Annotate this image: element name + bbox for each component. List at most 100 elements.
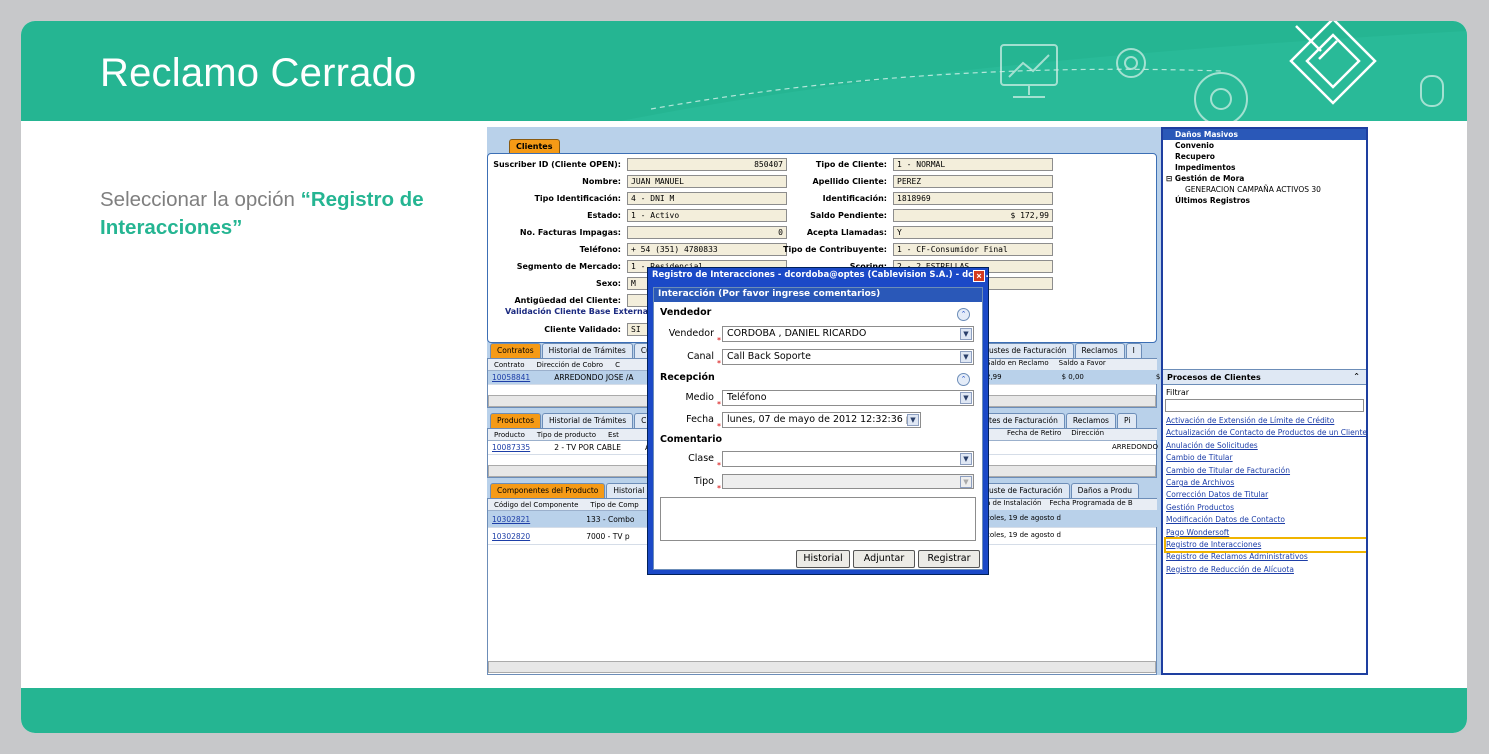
- col-fecha-instalacion[interactable]: a de Instalación: [986, 499, 1041, 507]
- collapse-recepcion-icon[interactable]: ⌃: [957, 373, 970, 386]
- registrar-button[interactable]: Registrar: [918, 550, 980, 568]
- proceso-link[interactable]: Cambio de Titular de Facturación: [1166, 465, 1366, 477]
- col-direccion-cobro[interactable]: Dirección de Cobro: [531, 361, 610, 369]
- chevron-up-icon[interactable]: ⌃: [1353, 372, 1360, 381]
- client-field-label: Antigüedad del Cliente:: [514, 296, 621, 305]
- tree-item-convenio[interactable]: Convenio: [1163, 140, 1366, 151]
- chevron-down-icon[interactable]: ▼: [960, 351, 972, 363]
- comentario-textarea[interactable]: [660, 497, 976, 541]
- client-field-value[interactable]: 1 - CF-Consumidor Final: [893, 243, 1053, 256]
- tab-item[interactable]: I: [1125, 343, 1142, 358]
- tree-item-ultimos[interactable]: Últimos Registros: [1163, 195, 1366, 206]
- proceso-link[interactable]: Pago Wondersoft: [1166, 527, 1366, 539]
- producto-link[interactable]: 10087335: [488, 443, 534, 452]
- client-field-label: Sexo:: [595, 279, 621, 288]
- contratos-tabs-left: ContratosHistorial de TrámitesCue: [490, 343, 663, 358]
- adjuntar-button[interactable]: Adjuntar: [853, 550, 915, 568]
- componente-link[interactable]: 10302821: [488, 515, 534, 524]
- tab-item[interactable]: Componentes del Producto: [490, 483, 606, 498]
- tab-item[interactable]: Contratos: [490, 343, 541, 358]
- contrato-link[interactable]: 10058841: [488, 373, 534, 382]
- collapse-icon[interactable]: ⊟: [1166, 174, 1172, 183]
- clase-select[interactable]: ▼: [722, 451, 974, 467]
- chevron-down-icon[interactable]: ▼: [960, 392, 972, 404]
- filter-input[interactable]: [1165, 399, 1364, 412]
- col-saldo-reclamo[interactable]: Saldo en Reclamo: [986, 359, 1049, 367]
- section-recepcion: Recepción: [660, 372, 715, 383]
- client-field-value[interactable]: PEREZ: [893, 175, 1053, 188]
- chevron-down-icon[interactable]: ▼: [960, 328, 972, 340]
- tipo-label: Tipo: [694, 476, 714, 487]
- col-codigo-componente[interactable]: Código del Componente: [488, 501, 584, 509]
- tree-item-recupero[interactable]: Recupero: [1163, 151, 1366, 162]
- client-field-value[interactable]: Y: [893, 226, 1053, 239]
- contrato-extra: $: [1155, 373, 1161, 381]
- canal-select[interactable]: Call Back Soporte ▼: [722, 349, 974, 365]
- componente-link[interactable]: 10302820: [488, 532, 534, 541]
- tipo-select[interactable]: ▼: [722, 474, 974, 489]
- vendedor-select[interactable]: CORDOBA , DANIEL RICARDO ▼: [722, 326, 974, 342]
- tab-item[interactable]: tes de Facturación: [982, 413, 1065, 428]
- client-field-value[interactable]: $ 172,99: [893, 209, 1053, 222]
- col-estado[interactable]: Est: [602, 431, 625, 439]
- componentes-hscroll[interactable]: [488, 661, 1156, 673]
- client-field-label: Acepta Llamadas:: [806, 228, 887, 237]
- tree-item-campana[interactable]: GENERACION CAMPAÑA ACTIVOS 30: [1163, 184, 1366, 195]
- section-comentario: Comentario: [660, 434, 723, 445]
- calendar-dropdown-icon[interactable]: ▼: [907, 414, 919, 426]
- dialog-title: Registro de Interacciones - dcordoba@opt…: [652, 270, 989, 280]
- tab-item[interactable]: Daños a Produ: [1070, 483, 1140, 498]
- proceso-link[interactable]: Gestión Productos: [1166, 502, 1366, 514]
- client-field-label: Tipo de Cliente:: [815, 160, 887, 169]
- tree-item-selected[interactable]: Daños Masivos: [1163, 129, 1366, 140]
- tree-item-impedimentos[interactable]: Impedimentos: [1163, 162, 1366, 173]
- col-producto[interactable]: Producto: [488, 431, 531, 439]
- tab-item[interactable]: Reclamos: [1074, 343, 1125, 358]
- proceso-link[interactable]: Carga de Archivos: [1166, 477, 1366, 489]
- componente-fecha: coles, 19 de agosto d: [982, 510, 1157, 527]
- client-field-label: Nombre:: [582, 177, 621, 186]
- proceso-link[interactable]: Actualización de Contacto de Productos d…: [1166, 427, 1366, 439]
- client-field-label: No. Facturas Impagas:: [519, 228, 621, 237]
- col-fecha-programada[interactable]: Fecha Programada de B: [1041, 499, 1132, 507]
- client-field-value[interactable]: 1 - NORMAL: [893, 158, 1053, 171]
- proceso-link[interactable]: Registro de Reclamos Administrativos: [1166, 551, 1366, 563]
- proceso-link[interactable]: Cambio de Titular: [1166, 452, 1366, 464]
- historial-button[interactable]: Historial: [796, 550, 850, 568]
- col-contrato[interactable]: Contrato: [488, 361, 531, 369]
- chevron-down-icon[interactable]: ▼: [960, 476, 972, 488]
- col-direccion[interactable]: Dirección: [1061, 429, 1104, 437]
- contrato-direccion: ARREDONDO JOSE /A: [554, 373, 634, 382]
- tab-item[interactable]: Pi: [1116, 413, 1138, 428]
- close-icon[interactable]: ×: [973, 270, 985, 282]
- fecha-value: lunes, 07 de mayo de 2012 12:32:36 p.: [727, 414, 915, 425]
- tab-item[interactable]: Historial de Trámites: [541, 343, 633, 358]
- medio-select[interactable]: Teléfono ▼: [722, 390, 974, 406]
- col-fecha-retiro[interactable]: Fecha de Retiro: [1007, 429, 1061, 437]
- tab-clientes[interactable]: Clientes: [509, 139, 560, 153]
- proceso-link[interactable]: Anulación de Solicitudes: [1166, 440, 1366, 452]
- fecha-picker[interactable]: lunes, 07 de mayo de 2012 12:32:36 p. ▼: [722, 412, 921, 428]
- proceso-link[interactable]: Corrección Datos de Titular: [1166, 489, 1366, 501]
- tab-item[interactable]: Reclamos: [1065, 413, 1116, 428]
- proceso-link[interactable]: Registro de Reducción de Alícuota: [1166, 564, 1366, 576]
- col-saldo-favor[interactable]: Saldo a Favor: [1049, 359, 1106, 367]
- tab-item[interactable]: Historial de Trámites: [541, 413, 634, 428]
- process-panel: Daños Masivos Convenio Recupero Impedime…: [1161, 127, 1368, 675]
- proceso-link[interactable]: Modificación Datos de Contacto: [1166, 514, 1366, 526]
- collapse-vendedor-icon[interactable]: ⌃: [957, 308, 970, 321]
- proceso-link[interactable]: Activación de Extensión de Límite de Cré…: [1166, 415, 1366, 427]
- client-field-value[interactable]: 1818969: [893, 192, 1053, 205]
- chevron-down-icon[interactable]: ▼: [960, 453, 972, 465]
- col-tipo-producto[interactable]: Tipo de producto: [531, 431, 602, 439]
- tab-item[interactable]: Productos: [490, 413, 541, 428]
- tree-item-gestion-mora[interactable]: ⊟ Gestión de Mora: [1163, 173, 1366, 184]
- col-tipo-componente[interactable]: Tipo de Comp: [584, 501, 644, 509]
- tab-item[interactable]: uste de Facturación: [982, 483, 1070, 498]
- canal-value: Call Back Soporte: [727, 351, 811, 362]
- registro-interacciones-dialog: Registro de Interacciones - dcordoba@opt…: [647, 267, 989, 575]
- registro-interacciones-link[interactable]: Registro de Interacciones: [1164, 536, 1366, 554]
- tab-item[interactable]: ustes de Facturación: [982, 343, 1074, 358]
- slide: Reclamo Cerrado Seleccionar la opción “R…: [21, 21, 1467, 733]
- col-c[interactable]: C: [609, 361, 626, 369]
